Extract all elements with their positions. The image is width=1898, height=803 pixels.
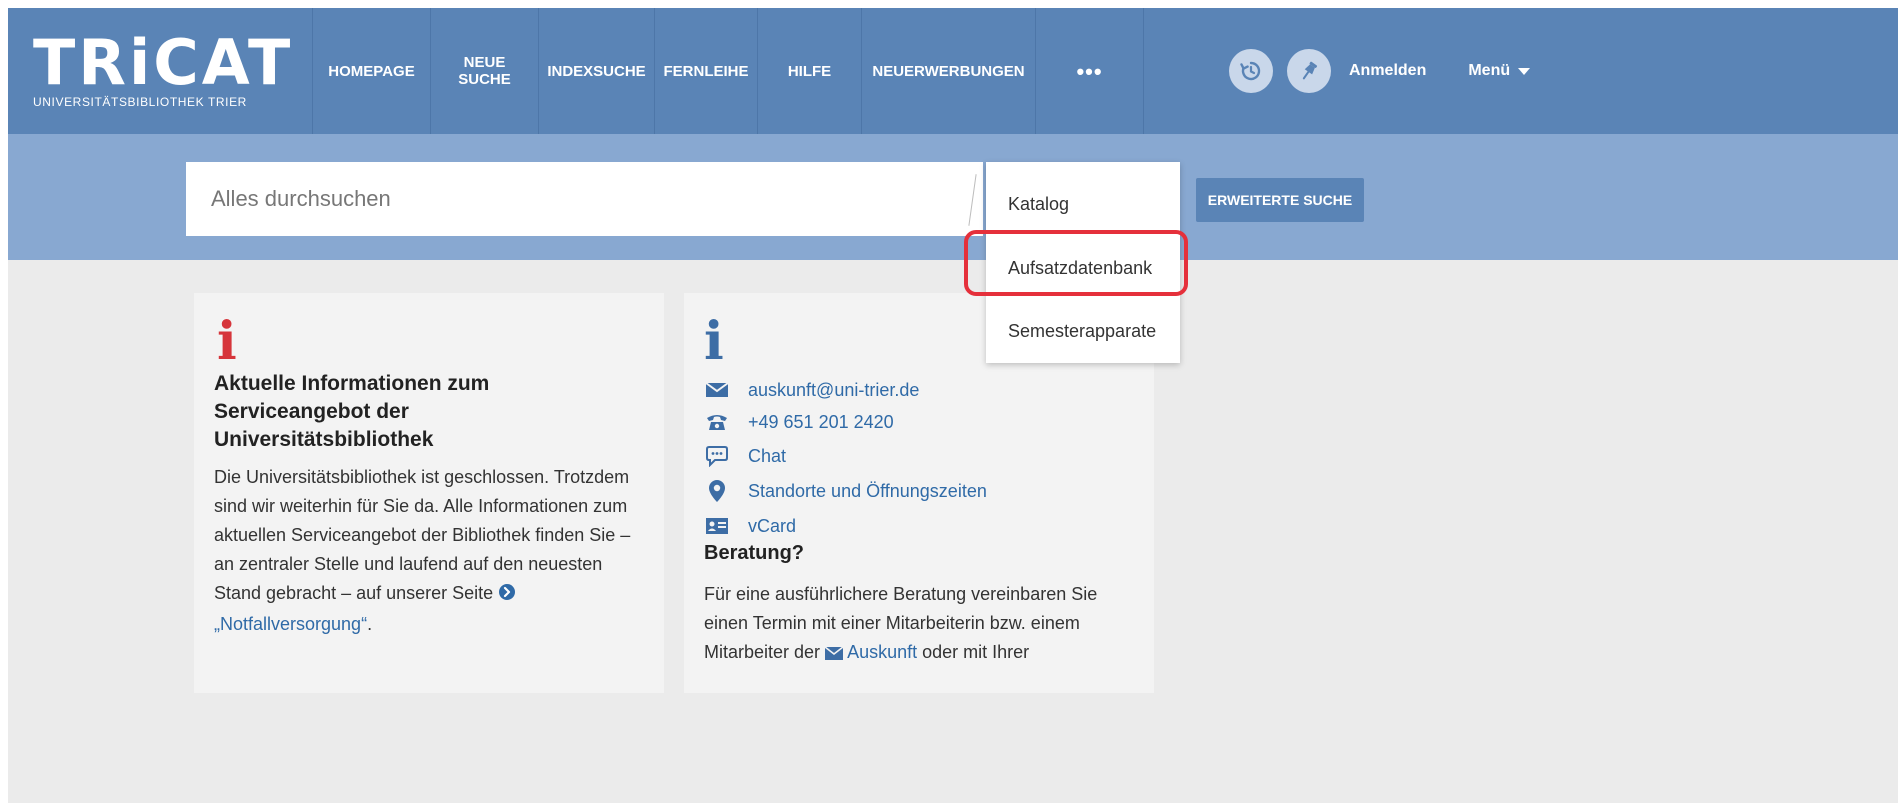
nav-neuerwerbungen-label: NEUERWERBUNGEN: [872, 62, 1025, 80]
page-frame: TRiCAT UNIVERSITÄTSBIBLIOTHEK TRIER HOME…: [8, 8, 1898, 803]
history-button[interactable]: [1229, 49, 1273, 93]
vcard-icon: [704, 514, 730, 538]
service-info-end: .: [367, 614, 373, 634]
auskunft-link[interactable]: Auskunft: [847, 642, 917, 662]
nav-neuerwerbungen[interactable]: NEUERWERBUNGEN: [862, 8, 1036, 134]
circle-chevron-right-icon: [498, 581, 516, 610]
contact-phone[interactable]: +49 651 201 2420: [704, 410, 894, 434]
scope-option-semesterapparate[interactable]: Semesterapparate: [1008, 321, 1156, 342]
logo-wordmark: TRiCAT: [33, 25, 294, 99]
beratung-text-part2: oder mit Ihrer: [917, 642, 1030, 662]
caret-down-icon: [1518, 67, 1531, 75]
search-band: Alles durchsuchen ERWEITERTE SUCHE: [8, 134, 1898, 260]
nav-indexsuche-label: INDEXSUCHE: [547, 62, 646, 80]
contact-email-label: auskunft@uni-trier.de: [748, 379, 920, 400]
nav-neue-suche-line2: SUCHE: [458, 71, 511, 88]
envelope-icon: [704, 378, 730, 402]
contact-phone-label: +49 651 201 2420: [748, 411, 894, 432]
advanced-search-label: ERWEITERTE SUCHE: [1207, 192, 1353, 208]
contact-vcard[interactable]: vCard: [704, 514, 796, 538]
nav-neue-suche-line1: NEUE: [463, 54, 506, 71]
beratung-heading: Beratung?: [704, 542, 804, 564]
nav-fernleihe-label: FERNLEIHE: [663, 62, 749, 80]
pin-icon: [1302, 61, 1318, 80]
contact-vcard-label: vCard: [748, 515, 797, 536]
location-icon: [704, 479, 730, 503]
tricat-logo[interactable]: TRiCAT UNIVERSITÄTSBIBLIOTHEK TRIER: [8, 8, 313, 134]
chat-icon: [704, 444, 730, 468]
login-link[interactable]: Anmelden: [1349, 62, 1426, 80]
advanced-search-button[interactable]: ERWEITERTE SUCHE: [1196, 178, 1364, 222]
nav-hilfe[interactable]: HILFE: [758, 8, 862, 134]
main-nav: HOMEPAGE NEUE SUCHE INDEXSUCHE FERNLEIHE…: [313, 8, 1144, 134]
info-icon: i: [704, 311, 724, 372]
service-info-title: Aktuelle Informationen zum Serviceangebo…: [214, 372, 490, 451]
header-actions: Anmelden Menü: [1229, 8, 1531, 134]
contact-chat-label: Chat: [748, 445, 787, 466]
contact-email[interactable]: auskunft@uni-trier.de: [704, 378, 919, 402]
search-placeholder: Alles durchsuchen: [211, 186, 391, 211]
scope-option-aufsatzdatenbank[interactable]: Aufsatzdatenbank: [1008, 258, 1152, 279]
service-info-body: Die Universitätsbibliothek ist geschloss…: [214, 467, 631, 603]
nav-hilfe-label: HILFE: [787, 62, 832, 80]
menu-label: Menü: [1468, 62, 1511, 79]
top-navigation-bar: TRiCAT UNIVERSITÄTSBIBLIOTHEK TRIER HOME…: [8, 8, 1898, 134]
nav-homepage-label: HOMEPAGE: [328, 62, 415, 80]
nav-more[interactable]: •••: [1036, 8, 1144, 134]
service-info-card: i Aktuelle Informationen zum Serviceange…: [194, 293, 664, 693]
contact-locations-label: Standorte und Öffnungszeiten: [748, 480, 987, 501]
menu-toggle[interactable]: Menü: [1468, 62, 1531, 80]
scope-option-katalog[interactable]: Katalog: [1008, 194, 1069, 215]
pin-button[interactable]: [1287, 49, 1331, 93]
search-scope-dropdown: Katalog Aufsatzdatenbank Semesterapparat…: [986, 162, 1180, 363]
contact-chat[interactable]: Chat: [704, 444, 786, 468]
phone-icon: [704, 410, 730, 434]
more-dots-icon: •••: [1076, 58, 1103, 84]
logo-subtitle: UNIVERSITÄTSBIBLIOTHEK TRIER: [33, 94, 247, 109]
search-input[interactable]: Alles durchsuchen: [186, 162, 983, 236]
envelope-icon: [824, 640, 844, 669]
contact-locations[interactable]: Standorte und Öffnungszeiten: [704, 479, 987, 503]
notfallversorgung-link[interactable]: „Notfallversorgung“: [214, 614, 367, 634]
nav-fernleihe[interactable]: FERNLEIHE: [655, 8, 758, 134]
nav-homepage[interactable]: HOMEPAGE: [313, 8, 431, 134]
nav-neue-suche[interactable]: NEUE SUCHE: [431, 8, 539, 134]
info-icon: i: [217, 311, 237, 372]
nav-indexsuche[interactable]: INDEXSUCHE: [539, 8, 655, 134]
history-icon: [1240, 61, 1261, 81]
service-info-text: Die Universitätsbibliothek ist geschloss…: [214, 463, 654, 639]
beratung-text: Für eine ausführlichere Beratung vereinb…: [704, 580, 1144, 669]
